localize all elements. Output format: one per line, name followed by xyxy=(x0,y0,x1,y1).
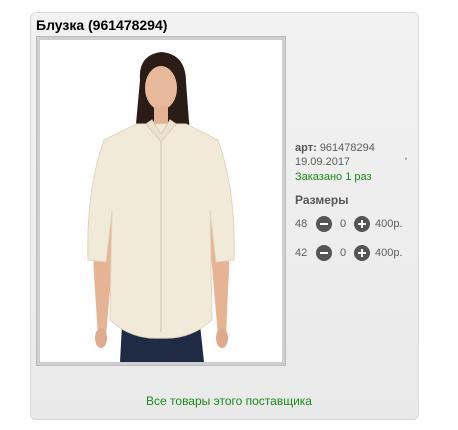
size-value: 42 xyxy=(295,247,308,259)
supplier-products-link[interactable]: Все товары этого поставщика xyxy=(0,394,458,408)
minus-circle-icon[interactable] xyxy=(316,245,332,261)
minus-circle-icon[interactable] xyxy=(316,216,332,232)
product-title: Блузка (961478294) xyxy=(36,17,168,33)
ordered-count: Заказано 1 раз xyxy=(295,171,372,183)
date-value: 19.09.2017 xyxy=(295,156,351,168)
article-value: 961478294 xyxy=(319,142,375,154)
article-line: арт: 961478294 xyxy=(295,141,415,155)
size-row-42: 42 0 400р. xyxy=(295,244,403,262)
product-meta: арт: 961478294 19.09.2017 ' Заказано 1 р… xyxy=(295,141,415,184)
size-value: 48 xyxy=(295,218,308,230)
article-label: арт: xyxy=(295,142,317,154)
size-row-48: 48 0 400р. xyxy=(295,215,403,233)
price-value: 400р. xyxy=(375,218,403,230)
sizes-heading: Размеры xyxy=(295,193,349,207)
product-photo[interactable] xyxy=(36,36,286,366)
quantity-value: 0 xyxy=(339,218,347,230)
price-value: 400р. xyxy=(375,247,403,259)
plus-circle-icon[interactable] xyxy=(354,216,370,232)
plus-circle-icon[interactable] xyxy=(354,245,370,261)
product-image xyxy=(40,40,282,362)
quantity-value: 0 xyxy=(339,247,347,259)
date-row: 19.09.2017 ' xyxy=(295,155,415,169)
date-mark: ' xyxy=(404,156,407,168)
